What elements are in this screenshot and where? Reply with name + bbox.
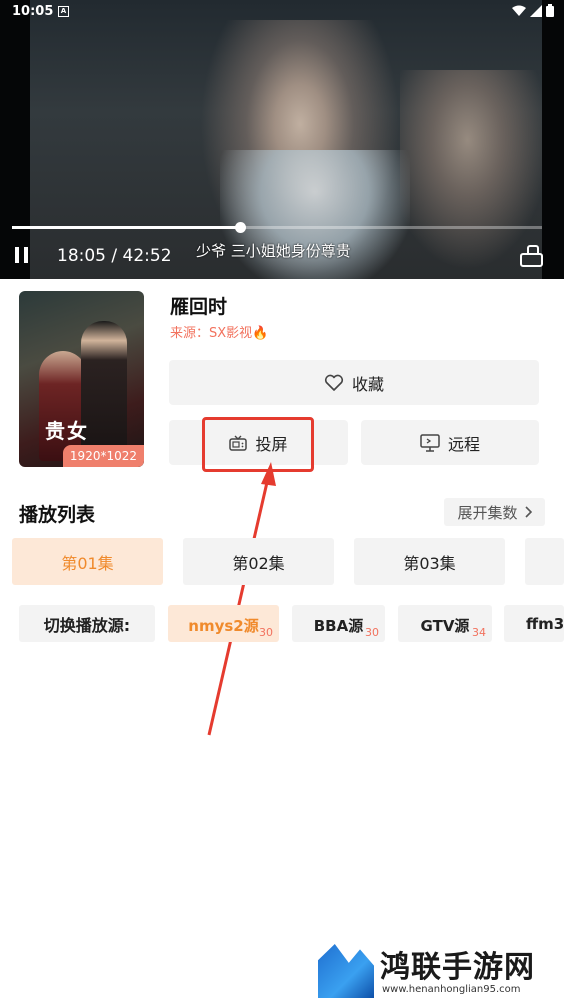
pause-icon-bar-right: [24, 247, 28, 263]
episode-label: 第01集: [61, 553, 114, 573]
favorite-button[interactable]: 收藏: [169, 360, 539, 405]
notification-a-icon: A: [58, 6, 69, 17]
source-ffm3u[interactable]: ffm3u: [504, 605, 564, 642]
video-frame-side-figure: [400, 70, 550, 270]
video-frame-right-edge: [542, 0, 564, 279]
signal-icon: [530, 4, 542, 17]
episode-label: 第02集: [232, 553, 285, 573]
source-name: ffm3u: [526, 615, 564, 633]
video-frame-left-edge: [0, 0, 30, 279]
episode-label: 第03集: [403, 553, 456, 573]
watermark: 鸿联手游网 www.henanhonglian95.com: [318, 942, 558, 1000]
heart-icon: [324, 374, 344, 391]
poster-title-art: 贵女: [45, 419, 89, 443]
remote-button[interactable]: 远程: [361, 420, 539, 465]
time-readout: 18:05 / 42:52: [57, 246, 172, 266]
source-bba[interactable]: BBA源 30: [292, 605, 385, 642]
source-count: 30: [365, 626, 379, 639]
source-nmys2[interactable]: nmys2源 30: [168, 605, 279, 642]
source-count: 30: [259, 626, 273, 639]
progress-bar[interactable]: [12, 222, 542, 233]
resolution-badge: 1920*1022: [62, 445, 144, 467]
expand-episodes-button[interactable]: 展开集数: [444, 498, 545, 526]
episode-02[interactable]: 第02集: [183, 538, 334, 585]
chevron-right-icon: [524, 506, 532, 518]
drama-title: 雁回时: [170, 296, 228, 318]
pause-button[interactable]: [14, 247, 30, 263]
remote-label: 远程: [447, 434, 480, 454]
status-bar: 10:05 A: [0, 0, 564, 24]
episode-04[interactable]: [525, 538, 564, 585]
source-count: 34: [472, 626, 486, 639]
wifi-icon: [512, 5, 526, 16]
video-player[interactable]: 10:05 A 18:05 / 42:52 少爷 三小姐她身份尊贵: [0, 0, 564, 279]
monitor-icon: [420, 433, 440, 452]
watermark-logo-icon: [318, 944, 374, 998]
switch-source-label: 切换播放源:: [19, 605, 155, 642]
battery-icon: [546, 4, 554, 17]
annotation-highlight-box: [202, 417, 314, 472]
status-time: 10:05: [12, 4, 54, 19]
episode-01[interactable]: 第01集: [12, 538, 163, 585]
expand-episodes-label: 展开集数: [457, 503, 518, 522]
rotate-screen-icon[interactable]: [520, 245, 544, 267]
watermark-url: www.henanhonglian95.com: [382, 984, 521, 995]
system-icons: [512, 4, 554, 17]
subtitle-text: 少爷 三小姐她身份尊贵: [196, 242, 351, 260]
favorite-label: 收藏: [351, 374, 384, 394]
pause-icon-bar-left: [15, 247, 19, 263]
watermark-name: 鸿联手游网: [380, 950, 535, 985]
source-gtv[interactable]: GTV源 34: [398, 605, 492, 642]
poster-image: 贵女 1920*1022: [19, 291, 144, 467]
drama-source: 来源：SX影视🔥: [170, 326, 269, 341]
playlist-title: 播放列表: [19, 504, 96, 526]
progress-fill: [12, 226, 241, 229]
episode-03[interactable]: 第03集: [354, 538, 505, 585]
